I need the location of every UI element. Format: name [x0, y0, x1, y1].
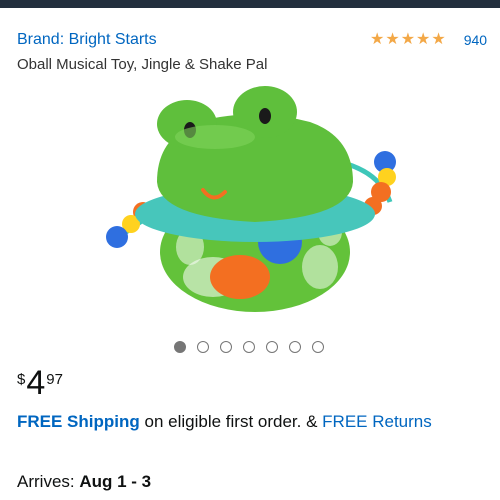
star-icon: ★ [416, 31, 431, 48]
free-shipping-link[interactable]: FREE Shipping [17, 412, 140, 431]
price-fraction: 97 [46, 371, 63, 388]
delivery-dates: Aug 1 - 3 [79, 472, 152, 491]
product-title: Oball Musical Toy, Jingle & Shake Pal [17, 56, 268, 73]
price: $ 4 97 [17, 365, 63, 401]
star-rating: ★ ★ ★ ★ ★ [370, 31, 446, 49]
carousel-dot[interactable] [197, 341, 209, 353]
carousel-dot[interactable] [289, 341, 301, 353]
shipping-middle-text: on eligible first order. & [139, 412, 323, 431]
image-carousel-dots [174, 341, 324, 353]
carousel-dot[interactable] [266, 341, 278, 353]
delivery-label: Arrives: [17, 472, 80, 491]
carousel-dot[interactable] [174, 341, 186, 353]
carousel-dot[interactable] [312, 341, 324, 353]
carousel-dot[interactable] [243, 341, 255, 353]
price-whole: 4 [26, 364, 46, 402]
rating-widget[interactable]: ★ ★ ★ ★ ★ 940 [370, 31, 487, 49]
header-bar [0, 0, 500, 8]
star-icon: ★ [385, 31, 400, 48]
shipping-info: FREE Shipping on eligible first order. &… [17, 412, 432, 432]
star-icon: ★ [431, 31, 446, 48]
product-image[interactable] [95, 82, 405, 327]
price-currency-symbol: $ [17, 371, 26, 388]
star-icon: ★ [370, 31, 385, 48]
free-returns-link[interactable]: FREE Returns [322, 412, 432, 431]
brand-link[interactable]: Brand: Bright Starts [17, 31, 157, 49]
delivery-estimate: Arrives: Aug 1 - 3 [17, 472, 151, 492]
carousel-dot[interactable] [220, 341, 232, 353]
rating-count-link[interactable]: 940 [464, 32, 487, 48]
star-icon: ★ [400, 31, 416, 48]
